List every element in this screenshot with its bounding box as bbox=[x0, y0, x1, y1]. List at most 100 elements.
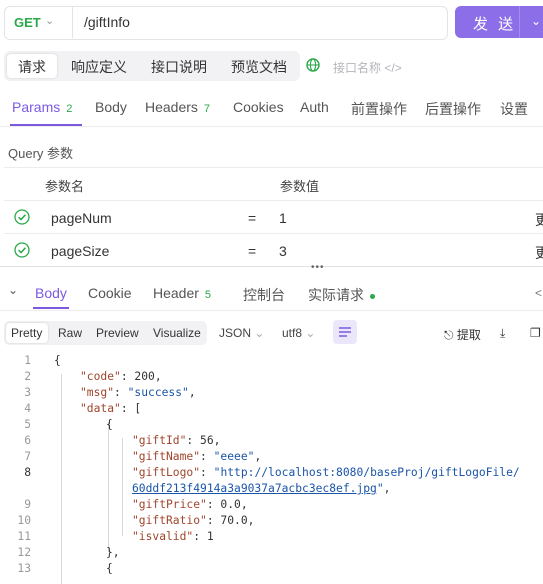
param-operator: = bbox=[248, 210, 257, 226]
indent-guide bbox=[122, 438, 123, 536]
line-number: 7 bbox=[24, 450, 31, 463]
line-number: 12 bbox=[17, 546, 31, 559]
method-select[interactable]: GET bbox=[14, 15, 41, 30]
response-tab-actual-request[interactable]: 实际请求 bbox=[308, 285, 375, 305]
checkbox-checked-icon[interactable] bbox=[14, 242, 30, 258]
response-tab-header[interactable]: Header 5 bbox=[153, 285, 211, 301]
globe-icon[interactable] bbox=[306, 58, 320, 72]
divider bbox=[519, 6, 520, 38]
param-operator: = bbox=[248, 243, 257, 259]
param-more-cell[interactable]: 更 bbox=[535, 210, 543, 230]
interface-name-placeholder: 接口名称 bbox=[333, 61, 382, 75]
send-label: 发 送 bbox=[473, 16, 517, 33]
tab-label: Header bbox=[153, 285, 199, 301]
active-tab-underline bbox=[33, 307, 69, 309]
share-icon[interactable]: < bbox=[535, 286, 542, 300]
chevron-down-icon: ⌄ bbox=[305, 326, 316, 340]
divider bbox=[4, 167, 543, 168]
line-number: 9 bbox=[24, 498, 31, 511]
line-number: 11 bbox=[17, 530, 31, 543]
indent-guide bbox=[108, 422, 109, 552]
tab-post-processors[interactable]: 后置操作 bbox=[425, 99, 481, 119]
encoding-dropdown[interactable]: utf8 ⌄ bbox=[282, 326, 315, 340]
count-badge: 2 bbox=[66, 103, 73, 115]
tab-body[interactable]: Body bbox=[95, 99, 127, 115]
query-params-label: Query 参数 bbox=[8, 146, 74, 161]
line-number: 3 bbox=[24, 386, 31, 399]
count-badge: 7 bbox=[203, 103, 211, 115]
column-header-value: 参数值 bbox=[280, 179, 320, 194]
code-line: { bbox=[106, 562, 113, 575]
code-line: "giftName": "eeee", bbox=[132, 450, 262, 463]
code-line: "giftPrice": 0.0, bbox=[132, 498, 248, 511]
response-tab-console[interactable]: 控制台 bbox=[243, 285, 285, 305]
code-line: 60ddf213f4914a3a9037a7acbc3ec8ef.jpg", bbox=[132, 482, 391, 495]
collapse-chevron-icon[interactable]: ⌄ bbox=[8, 283, 18, 297]
url-input[interactable]: /giftInfo bbox=[84, 14, 130, 30]
count-badge: 5 bbox=[204, 289, 212, 301]
tab-settings[interactable]: 设置 bbox=[500, 99, 528, 119]
tab-api-description[interactable]: 接口说明 bbox=[151, 57, 207, 77]
copy-icon[interactable]: ❐ bbox=[530, 326, 541, 340]
format-visualize[interactable]: Visualize bbox=[153, 326, 201, 340]
tab-preview-docs[interactable]: 预览文档 bbox=[231, 57, 287, 77]
response-tab-body[interactable]: Body bbox=[35, 285, 67, 301]
line-number: 5 bbox=[24, 418, 31, 431]
interface-name-input[interactable]: 接口名称 </> bbox=[333, 59, 402, 76]
code-line: "isvalid": 1 bbox=[132, 530, 214, 543]
status-dot bbox=[370, 293, 375, 299]
word-wrap-button[interactable] bbox=[333, 320, 357, 344]
tab-response-definition[interactable]: 响应定义 bbox=[71, 57, 127, 77]
divider bbox=[0, 126, 543, 127]
extract-button[interactable]: ⎋ 提取 bbox=[444, 326, 481, 343]
param-value-cell[interactable]: 1 bbox=[279, 210, 287, 226]
checkbox-checked-icon[interactable] bbox=[14, 209, 30, 225]
chevron-down-icon[interactable]: ⌄ bbox=[531, 14, 541, 28]
panel-resize-divider[interactable] bbox=[0, 266, 543, 267]
line-number: 1 bbox=[24, 354, 31, 367]
tab-label: Headers bbox=[145, 99, 198, 115]
column-header-name: 参数名 bbox=[45, 179, 85, 194]
dropdown-value: utf8 bbox=[282, 326, 303, 340]
code-line: "data": [ bbox=[80, 402, 142, 415]
param-value-cell[interactable]: 3 bbox=[279, 243, 287, 259]
wrap-lines-icon bbox=[339, 327, 351, 337]
tab-request[interactable]: 请求 bbox=[18, 57, 46, 77]
code-line: "msg": "success", bbox=[80, 386, 196, 399]
divider bbox=[4, 233, 543, 234]
chevron-down-icon[interactable]: ⌄ bbox=[45, 14, 54, 27]
param-name-cell[interactable]: pageNum bbox=[51, 210, 112, 226]
tab-params[interactable]: Params 2 bbox=[12, 99, 72, 115]
code-line: "giftId": 56, bbox=[132, 434, 221, 447]
code-line: { bbox=[106, 418, 113, 431]
format-dropdown[interactable]: JSON ⌄ bbox=[219, 326, 264, 340]
code-line: "code": 200, bbox=[80, 370, 162, 383]
extract-label: 提取 bbox=[456, 328, 481, 342]
line-number: 10 bbox=[17, 514, 31, 527]
response-code-viewer[interactable]: 1 {2 "code": 200, 3 "msg": "success", 4 "data"… bbox=[0, 352, 543, 584]
format-pretty[interactable]: Pretty bbox=[11, 326, 42, 340]
extract-icon: ⎋ bbox=[444, 328, 454, 342]
line-number: 6 bbox=[24, 434, 31, 447]
code-line: "giftRatio": 70.0, bbox=[132, 514, 255, 527]
tab-auth[interactable]: Auth bbox=[300, 99, 329, 115]
download-icon[interactable]: ⤓ bbox=[500, 326, 505, 341]
resize-handle-icon[interactable]: ••• bbox=[311, 262, 325, 273]
format-raw[interactable]: Raw bbox=[58, 326, 82, 340]
format-preview[interactable]: Preview bbox=[96, 326, 139, 340]
response-tab-cookie[interactable]: Cookie bbox=[88, 285, 132, 301]
line-number: 8 bbox=[24, 466, 31, 479]
tab-pre-processors[interactable]: 前置操作 bbox=[351, 99, 407, 119]
code-line: }, bbox=[106, 546, 120, 559]
line-number: 13 bbox=[17, 562, 31, 575]
code-icon: </> bbox=[384, 61, 402, 75]
param-name-cell[interactable]: pageSize bbox=[51, 243, 109, 259]
param-more-cell[interactable]: 更 bbox=[535, 243, 543, 263]
send-button[interactable]: 发 送 ⌄ bbox=[455, 6, 543, 38]
tab-cookies[interactable]: Cookies bbox=[233, 99, 284, 115]
tab-label: 实际请求 bbox=[308, 287, 364, 303]
line-number: 2 bbox=[24, 370, 31, 383]
tab-headers[interactable]: Headers 7 bbox=[145, 99, 210, 115]
chevron-down-icon: ⌄ bbox=[254, 326, 265, 340]
divider bbox=[4, 200, 543, 201]
